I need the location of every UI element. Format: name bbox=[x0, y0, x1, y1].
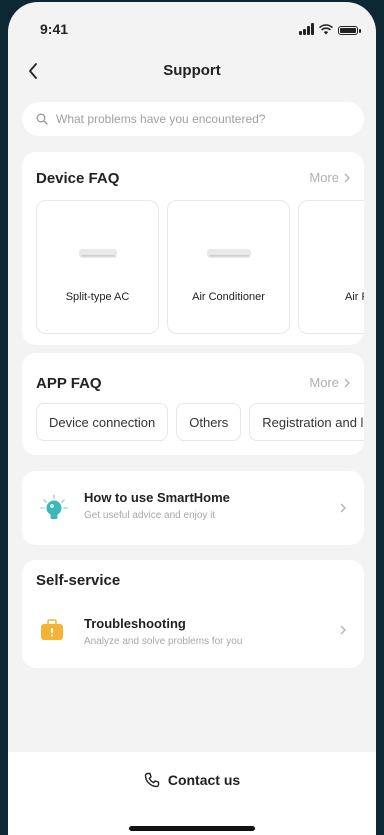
device-label: Air Conditioner bbox=[192, 291, 265, 303]
device-tile-split-ac[interactable]: Split-type AC bbox=[36, 200, 159, 334]
device-tile-air-conditioner[interactable]: Air Conditioner bbox=[167, 200, 290, 334]
contact-us-button[interactable]: Contact us bbox=[8, 772, 376, 788]
chip-device-connection[interactable]: Device connection bbox=[36, 403, 169, 441]
search-bar[interactable] bbox=[22, 102, 364, 136]
status-time: 9:41 bbox=[40, 21, 69, 37]
device-tile-air-fryer[interactable]: Air Fryer bbox=[298, 200, 364, 334]
app-faq-card: APP FAQ More Device connection Others Re… bbox=[22, 353, 364, 455]
more-label: More bbox=[309, 170, 339, 185]
device-label: Air Fryer bbox=[345, 291, 364, 303]
device-list: Split-type AC Air Conditioner Air Fryer bbox=[36, 200, 364, 334]
troubleshooting-subtitle: Analyze and solve problems for you bbox=[84, 636, 243, 647]
device-label: Split-type AC bbox=[65, 291, 130, 303]
wifi-icon bbox=[319, 24, 333, 35]
toolbox-icon bbox=[41, 619, 63, 640]
phone-screen: 9:41 Support Device bbox=[8, 2, 376, 835]
air-conditioner-icon bbox=[206, 249, 251, 258]
guide-card: How to use SmartHome Get useful advice a… bbox=[22, 471, 364, 545]
chevron-right-icon bbox=[340, 503, 346, 513]
contact-us-label: Contact us bbox=[167, 772, 241, 788]
page-title: Support bbox=[163, 62, 221, 79]
lightbulb-icon bbox=[40, 494, 68, 519]
troubleshooting-title: Troubleshooting bbox=[84, 616, 186, 631]
chevron-right-icon bbox=[344, 173, 350, 182]
self-service-card: Self-service Troubleshooting Analyze and… bbox=[22, 560, 364, 668]
guide-title: How to use SmartHome bbox=[84, 490, 230, 505]
more-label: More bbox=[309, 375, 339, 390]
cellular-signal-icon bbox=[299, 23, 314, 35]
app-faq-title: APP FAQ bbox=[36, 375, 102, 392]
device-faq-card: Device FAQ More Split-type AC Air Condit… bbox=[22, 152, 364, 345]
home-indicator bbox=[129, 826, 255, 831]
battery-icon bbox=[338, 26, 361, 35]
app-faq-more-link[interactable]: More bbox=[309, 375, 350, 390]
search-input[interactable] bbox=[54, 111, 348, 127]
chevron-right-icon bbox=[340, 625, 346, 635]
device-faq-more-link[interactable]: More bbox=[309, 170, 350, 185]
self-service-title: Self-service bbox=[36, 572, 121, 589]
device-faq-title: Device FAQ bbox=[36, 170, 120, 187]
bottom-bar: Contact us bbox=[8, 752, 376, 835]
guide-row[interactable]: How to use SmartHome Get useful advice a… bbox=[22, 480, 364, 536]
chip-others[interactable]: Others bbox=[176, 403, 242, 441]
status-bar: 9:41 bbox=[8, 2, 376, 56]
search-icon bbox=[36, 113, 48, 125]
guide-subtitle: Get useful advice and enjoy it bbox=[84, 510, 216, 521]
chevron-right-icon bbox=[344, 378, 350, 387]
phone-icon bbox=[144, 772, 160, 788]
status-icons bbox=[299, 21, 361, 35]
nav-bar: Support bbox=[8, 50, 376, 90]
app-faq-chips: Device connection Others Registration an… bbox=[36, 403, 364, 441]
troubleshooting-row[interactable]: Troubleshooting Analyze and solve proble… bbox=[22, 602, 364, 658]
chip-registration[interactable]: Registration and login bbox=[249, 403, 364, 441]
split-ac-icon bbox=[78, 249, 117, 258]
